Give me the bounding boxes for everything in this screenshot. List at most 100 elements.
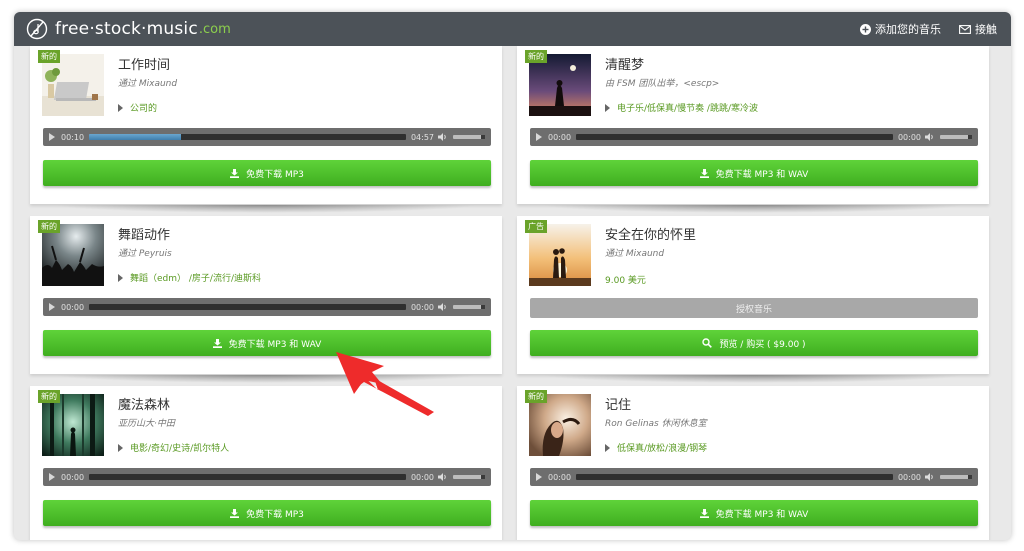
- download-label: 免费下载 MP3: [246, 169, 304, 180]
- tag-links[interactable]: 公司的: [130, 101, 157, 114]
- track-thumbnail[interactable]: [529, 394, 591, 456]
- expand-triangle-icon[interactable]: [605, 103, 610, 112]
- track-thumbnail[interactable]: [529, 224, 591, 286]
- track-thumbnail[interactable]: [42, 394, 104, 456]
- audio-player: 00:00 00:00: [530, 128, 978, 146]
- track-title[interactable]: 记住: [605, 394, 631, 413]
- download-button[interactable]: 免费下载 MP3 和 WAV: [530, 160, 978, 186]
- track-artist[interactable]: 通过 Mixaund: [118, 76, 177, 89]
- track-artist[interactable]: Ron Gelinas 休闲休息室: [605, 416, 707, 429]
- download-icon: [699, 168, 709, 178]
- track-tags: 舞蹈（edm） /房子/流行/迪斯科: [118, 271, 261, 284]
- progress-rail[interactable]: [576, 474, 893, 480]
- new-badge: 新的: [38, 50, 60, 63]
- volume-slider[interactable]: [940, 135, 972, 139]
- volume-icon[interactable]: [438, 133, 448, 141]
- volume-slider[interactable]: [453, 475, 485, 479]
- play-icon[interactable]: [49, 473, 55, 481]
- tag-links[interactable]: 电影/奇幻/史诗/凯尔特人: [130, 441, 229, 454]
- preview-buy-button[interactable]: 预览 / 购买 ( $9.00 ): [530, 330, 978, 356]
- track-thumbnail[interactable]: [529, 54, 591, 116]
- volume-slider[interactable]: [453, 135, 485, 139]
- track-card: 新的 工作时间 通过 Mixaund 公司的 00:10 04:57 免费下载 …: [30, 46, 502, 204]
- track-card: 新的 舞蹈动作 通过 Peyruis 舞蹈（edm） /房子/流行/迪斯科 00…: [30, 216, 502, 374]
- volume-icon[interactable]: [925, 133, 935, 141]
- price: 9.00 美元: [605, 276, 646, 286]
- track-artist[interactable]: 由 FSM 团队出举，<escp>: [605, 76, 719, 89]
- volume-icon[interactable]: [925, 473, 935, 481]
- duration-time: 00:00: [410, 472, 434, 482]
- track-card: 新的 清醒梦 由 FSM 团队出举，<escp> 电子乐/低保真/慢节奏 /跳跳…: [517, 46, 989, 204]
- current-time: 00:10: [61, 132, 85, 142]
- couple-sunset-image: [529, 224, 591, 286]
- volume-icon[interactable]: [438, 473, 448, 481]
- current-time: 00:00: [61, 302, 85, 312]
- play-icon[interactable]: [49, 133, 55, 141]
- track-artist[interactable]: 通过 Peyruis: [118, 246, 172, 259]
- duration-time: 00:00: [897, 472, 921, 482]
- download-button[interactable]: 免费下载 MP3: [43, 160, 491, 186]
- new-badge: 新的: [525, 390, 547, 403]
- track-tags: 电子乐/低保真/慢节奏 /跳跳/寒冷波: [605, 101, 758, 114]
- site-logo[interactable]: free·stock·music .com: [26, 18, 231, 40]
- download-label: 免费下载 MP3 和 WAV: [715, 169, 809, 180]
- track-title[interactable]: 工作时间: [118, 54, 170, 73]
- woman-portrait-image: [529, 394, 591, 456]
- progress-rail[interactable]: [89, 474, 406, 480]
- preview-buy-label: 预览 / 购买 ( $9.00 ): [719, 339, 806, 350]
- ad-card: 广告 安全在你的怀里 通过 Mixaund 9.00 美元 授权音乐 预览 / …: [517, 216, 989, 374]
- search-icon: [702, 338, 713, 348]
- play-icon[interactable]: [49, 303, 55, 311]
- tag-links[interactable]: 低保真/放松/浪漫/钢琴: [617, 441, 707, 454]
- volume-icon[interactable]: [438, 303, 448, 311]
- download-label: 免费下载 MP3: [246, 509, 304, 520]
- download-icon: [230, 168, 240, 178]
- track-card: 新的 记住 Ron Gelinas 休闲休息室 低保真/放松/浪漫/钢琴 00:…: [517, 386, 989, 540]
- progress-rail[interactable]: [89, 304, 406, 310]
- expand-triangle-icon[interactable]: [118, 103, 123, 112]
- download-button[interactable]: 免费下载 MP3: [43, 500, 491, 526]
- track-artist[interactable]: 通过 Mixaund: [605, 246, 664, 259]
- header-nav: 添加您的音乐 接触: [842, 21, 997, 37]
- progress-rail[interactable]: [576, 134, 893, 140]
- add-music-link[interactable]: 添加您的音乐: [860, 21, 941, 37]
- tag-links[interactable]: 电子乐/低保真/慢节奏 /跳跳/寒冷波: [617, 101, 758, 114]
- track-tags: 公司的: [118, 101, 157, 114]
- envelope-icon: [959, 24, 971, 34]
- track-title[interactable]: 安全在你的怀里: [605, 224, 696, 243]
- duration-time: 00:00: [410, 302, 434, 312]
- logo-note-icon: [26, 18, 48, 40]
- license-music-button[interactable]: 授权音乐: [530, 298, 978, 318]
- track-title[interactable]: 舞蹈动作: [118, 224, 170, 243]
- volume-slider[interactable]: [940, 475, 972, 479]
- ad-badge: 广告: [525, 220, 547, 233]
- expand-triangle-icon[interactable]: [118, 273, 123, 282]
- play-icon[interactable]: [536, 473, 542, 481]
- download-icon: [212, 338, 222, 348]
- laptop-desk-image: [42, 54, 104, 116]
- audio-player: 00:00 00:00: [43, 298, 491, 316]
- track-title[interactable]: 清醒梦: [605, 54, 644, 73]
- download-icon: [699, 508, 709, 518]
- forest-image: [42, 394, 104, 456]
- track-thumbnail[interactable]: [42, 54, 104, 116]
- track-title[interactable]: 魔法森林: [118, 394, 170, 413]
- night-silhouette-image: [529, 54, 591, 116]
- track-artist[interactable]: 亚历山大·中田: [118, 416, 175, 429]
- expand-triangle-icon[interactable]: [118, 443, 123, 452]
- track-thumbnail[interactable]: [42, 224, 104, 286]
- play-icon[interactable]: [536, 133, 542, 141]
- top-navigation-bar: free·stock·music .com 添加您的音乐 接触: [14, 12, 1011, 46]
- download-button[interactable]: 免费下载 MP3 和 WAV: [530, 500, 978, 526]
- volume-slider[interactable]: [453, 305, 485, 309]
- add-music-label: 添加您的音乐: [875, 23, 941, 36]
- new-badge: 新的: [38, 390, 60, 403]
- download-icon: [230, 508, 240, 518]
- download-label: 免费下载 MP3 和 WAV: [228, 339, 322, 350]
- track-tags: 电影/奇幻/史诗/凯尔特人: [118, 441, 229, 454]
- tag-links[interactable]: 舞蹈（edm） /房子/流行/迪斯科: [130, 271, 261, 284]
- progress-fill: [89, 134, 181, 140]
- contact-link[interactable]: 接触: [959, 21, 997, 37]
- expand-triangle-icon[interactable]: [605, 443, 610, 452]
- progress-rail[interactable]: [89, 134, 406, 140]
